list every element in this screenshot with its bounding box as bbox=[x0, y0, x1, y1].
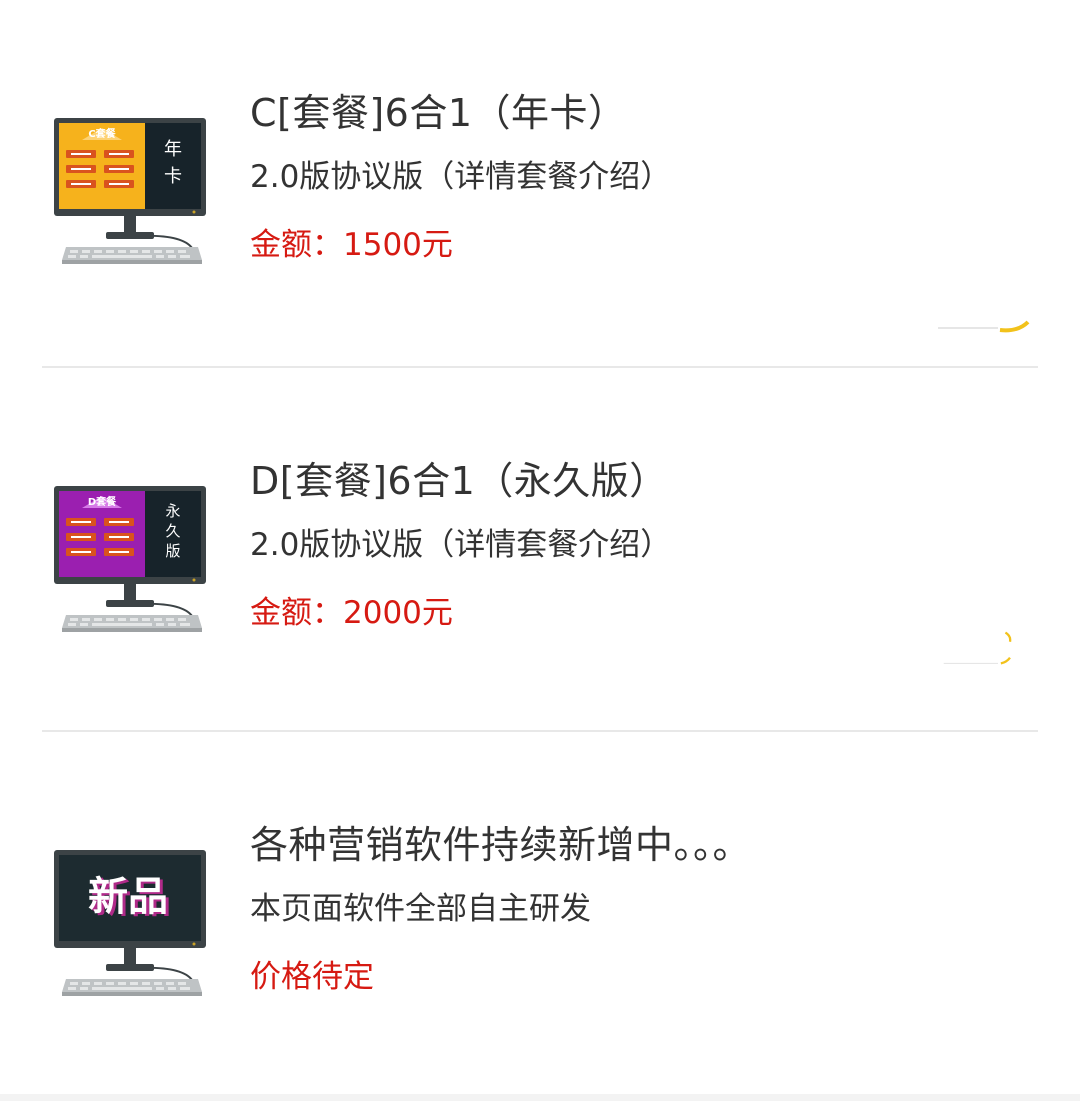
product-title: 各种营销软件持续新增中。。。 bbox=[250, 823, 752, 867]
screen-side-text-2: 卡 bbox=[164, 166, 182, 187]
product-subtitle: 2.0版协议版（详情套餐介绍） bbox=[250, 527, 672, 563]
keyboard-icon bbox=[62, 979, 202, 996]
keyboard-icon bbox=[62, 247, 202, 264]
product-text: C[套餐]6合1（年卡） 2.0版协议版（详情套餐介绍） 金额：1500元 bbox=[250, 90, 671, 264]
computer-monitor-icon: 新品 新品 bbox=[54, 850, 206, 996]
screen-side-text-2: 久 bbox=[165, 522, 180, 540]
screen-banner: 新品 bbox=[88, 874, 168, 920]
computer-monitor-icon: C套餐 年 卡 bbox=[54, 118, 206, 264]
product-subtitle: 本页面软件全部自主研发 bbox=[250, 891, 591, 927]
product-subtitle: 2.0版协议版（详情套餐介绍） bbox=[250, 159, 672, 195]
product-item-d-package[interactable]: D套餐 永 久 版 D[套餐]6合1（永久版） 2.0版协议版（详情套餐介绍） … bbox=[42, 368, 1038, 732]
product-price: 价格待定 bbox=[250, 959, 374, 995]
product-price: 金额：1500元 bbox=[250, 227, 453, 263]
product-title: C[套餐]6合1（年卡） bbox=[250, 91, 627, 135]
screen-side-text-1: 年 bbox=[164, 139, 182, 160]
product-item-c-package[interactable]: C套餐 年 卡 C[套餐]6合1（年卡） 2.0版协议版（详情套餐介绍） 金额：… bbox=[42, 0, 1038, 368]
product-text: 各种营销软件持续新增中。。。 本页面软件全部自主研发 价格待定 bbox=[250, 822, 751, 996]
screen-banner: D套餐 bbox=[88, 495, 117, 508]
computer-monitor-icon: D套餐 永 久 版 bbox=[54, 486, 206, 632]
bottom-strip bbox=[0, 1094, 1080, 1101]
screen-banner: C套餐 bbox=[88, 127, 116, 140]
product-price: 金额：2000元 bbox=[250, 595, 453, 631]
sparkle-decoration bbox=[943, 631, 1012, 665]
sparkle-decoration bbox=[938, 320, 1030, 333]
screen-side-text-1: 永 bbox=[165, 502, 180, 520]
product-item-new-products[interactable]: 新品 新品 各种营销软件持续新增中。。。 本页面软件全部自主研发 价格待定 bbox=[42, 732, 1038, 1096]
product-text: D[套餐]6合1（永久版） 2.0版协议版（详情套餐介绍） 金额：2000元 bbox=[250, 458, 671, 632]
product-title: D[套餐]6合1（永久版） bbox=[250, 459, 668, 503]
screen-side-text-3: 版 bbox=[165, 542, 180, 560]
product-list: C套餐 年 卡 C[套餐]6合1（年卡） 2.0版协议版（详情套餐介绍） 金额：… bbox=[0, 0, 1080, 1096]
keyboard-icon bbox=[62, 615, 202, 632]
